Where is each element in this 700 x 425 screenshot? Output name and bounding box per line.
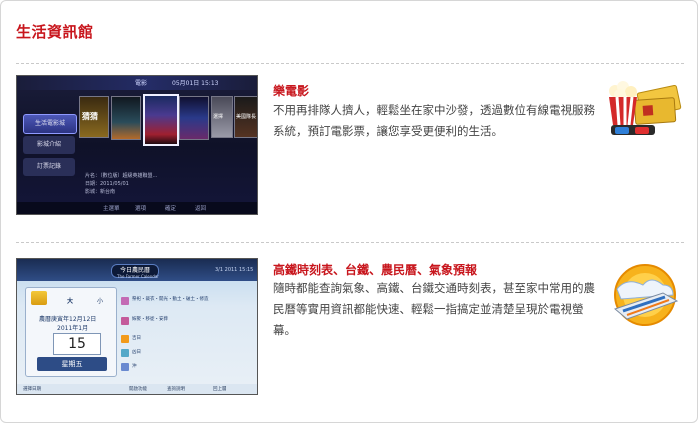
calendar-lunar-date: 農曆庚寅年12月12日	[39, 316, 97, 323]
movie-footer-item: 確定	[165, 206, 177, 212]
calendar-chip-icon	[31, 291, 47, 305]
section-divider	[16, 63, 684, 64]
section-divider	[16, 242, 684, 243]
calendar-swatch	[121, 349, 129, 357]
calendar-day-number: 15	[53, 333, 101, 355]
calendar-weekday: 星期五	[37, 357, 107, 371]
page-title: 生活資訊館	[16, 23, 94, 41]
movie-footer-item: 返回	[195, 206, 207, 212]
movie-cover-label: 猜猜	[82, 112, 98, 121]
calendar-swatch	[121, 317, 129, 325]
calendar-size-small: 小	[97, 298, 104, 305]
section-title-movie: 樂電影	[273, 84, 310, 98]
calendar-row: 嫁娶・移徙・安葬	[132, 317, 168, 322]
section-description-transport: 隨時都能查詢氣象、高鐵、台鐵交通時刻表，甚至家中常用的農民曆等實用資訊都能快速、…	[273, 281, 595, 337]
movie-info-line: 日期：2011/05/01	[85, 181, 129, 187]
movie-cover: 美國隊長	[234, 96, 257, 138]
movie-menu-item: 生活電影城	[23, 114, 77, 134]
movie-screenshot-datetime: 05月01日 15:13	[172, 80, 219, 87]
movie-cover	[179, 96, 209, 140]
calendar-swatch	[121, 297, 129, 305]
calendar-swatch	[121, 363, 129, 371]
calendar-screenshot-time: 3/1 2011 15:15	[215, 267, 254, 273]
calendar-screenshot: 今日農民曆 The Farmer Calendar 3/1 2011 15:15…	[16, 258, 258, 395]
calendar-row: 吉日	[132, 336, 141, 341]
calendar-size-big: 大	[67, 298, 74, 305]
section-title-transport: 高鐵時刻表、台鐵、農民曆、氣象預報	[273, 263, 478, 277]
calendar-swatch	[121, 335, 129, 343]
movie-screenshot: 電影 05月01日 15:13 生活電影城 影城介紹 訂票記錄 猜猜 選擇 美國…	[16, 75, 258, 215]
calendar-row: 沖	[132, 364, 137, 369]
weather-train-icon	[613, 264, 679, 326]
movie-menu-item: 影城介紹	[23, 136, 75, 154]
movie-info-line: 片名：（數位版）超級英雄聯盟...	[85, 173, 158, 179]
calendar-footer-item: 選擇日期	[23, 387, 41, 392]
calendar-row: 凶日	[132, 350, 141, 355]
movie-screenshot-footer: 主選單 選項 確定 返回	[17, 202, 257, 214]
movie-footer-item: 選項	[135, 206, 147, 212]
calendar-row: 祭祀・裁衣・開光・動土・破土・修造	[132, 297, 209, 302]
movie-cover-label: 選擇	[213, 114, 224, 120]
movie-popcorn-tickets-icon	[609, 81, 682, 135]
section-description-movie: 不用再排隊人擠人，輕鬆坐在家中沙發，透過數位有線電視服務系統，預訂電影票，讓您享…	[273, 103, 595, 138]
movie-cover: 猜猜	[79, 96, 109, 138]
life-info-panel: 生活資訊館 電影 05月01日 15:13 生活電影城 影城介紹 訂票記錄 猜猜…	[0, 0, 698, 423]
movie-footer-item: 主選單	[103, 206, 120, 212]
movie-screenshot-tab: 電影	[135, 80, 148, 87]
calendar-screenshot-subtitle: The Farmer Calendar	[117, 274, 159, 279]
calendar-footer-item: 查詢說明	[167, 387, 185, 392]
movie-cover: 選擇	[211, 96, 233, 138]
calendar-solar-month: 2011年1月	[57, 325, 89, 332]
calendar-screenshot-footer: 選擇日期 開啟功能 查詢說明 回上層	[17, 384, 257, 394]
calendar-screenshot-header: 今日農民曆 The Farmer Calendar 3/1 2011 15:15	[17, 259, 257, 281]
movie-menu-item: 訂票記錄	[23, 158, 75, 176]
movie-info-line: 影城：新台南	[85, 189, 116, 195]
movie-cover	[111, 96, 141, 140]
movie-screenshot-topbar: 電影 05月01日 15:13	[17, 76, 257, 90]
calendar-footer-item: 開啟功能	[129, 387, 147, 392]
movie-cover-label: 美國隊長	[236, 114, 257, 120]
calendar-footer-item: 回上層	[213, 387, 227, 392]
movie-cover-selected	[143, 94, 179, 146]
